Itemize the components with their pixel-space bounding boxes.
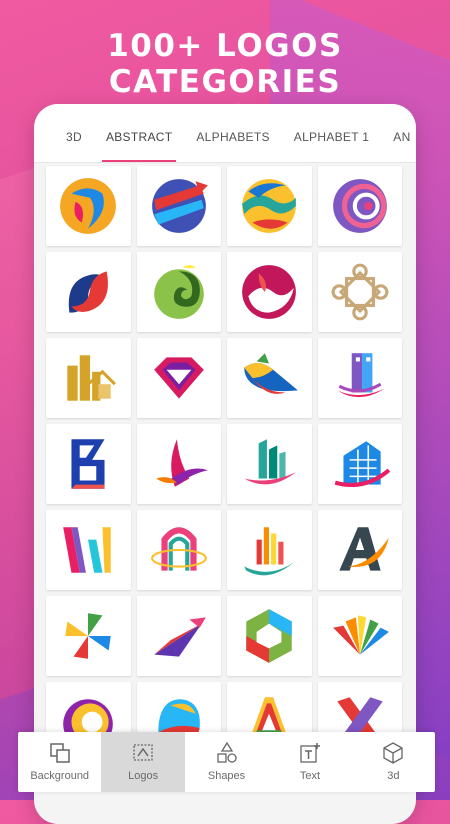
towers-ring-logo [244, 439, 297, 485]
swirl-circle-logo [60, 178, 117, 234]
nav-label: 3d [387, 770, 400, 782]
logo-grid [46, 162, 406, 762]
bottom-nav-bar: Background Logos Shapes Text 3d [18, 732, 435, 792]
nav-background[interactable]: Background [18, 732, 101, 792]
category-tabs: 3D ABSTRACT ALPHABETS ALPHABET 1 AN [34, 104, 416, 163]
cube-3d-icon [383, 742, 403, 764]
nav-3d[interactable]: 3d [352, 732, 435, 792]
logo-tile[interactable] [46, 510, 131, 590]
logo-tile[interactable] [317, 338, 402, 418]
logo-tile[interactable] [46, 252, 131, 332]
logo-tile[interactable] [136, 252, 221, 332]
red-flame-circle-logo [242, 265, 297, 319]
pinwheel-logo [65, 613, 111, 659]
nav-shapes[interactable]: Shapes [185, 732, 268, 792]
green-swirl-logo [153, 265, 204, 319]
logo-tile[interactable] [136, 424, 221, 504]
logo-tile[interactable] [136, 596, 221, 676]
logo-tile[interactable] [227, 166, 312, 246]
tab-alphabets[interactable]: ALPHABETS [184, 130, 281, 162]
logo-tile[interactable] [317, 166, 402, 246]
nav-label: Text [299, 770, 321, 782]
glass-building-logo [334, 441, 391, 487]
paper-plane-logo [153, 617, 206, 657]
wave-sphere-logo [242, 179, 297, 233]
logos-icon [133, 744, 153, 761]
logo-tile[interactable] [317, 424, 402, 504]
logo-tile[interactable] [227, 252, 312, 332]
text-add-icon [300, 743, 320, 763]
striped-sphere-logo [332, 179, 387, 233]
hexagon-ring-logo [246, 609, 292, 663]
gold-buildings-logo [67, 355, 117, 401]
logo-tile[interactable] [317, 252, 402, 332]
logo-tile[interactable] [227, 424, 312, 504]
tab-alphabet-1[interactable]: ALPHABET 1 [282, 130, 381, 162]
arrow-sphere-logo [151, 179, 208, 233]
diamond-logo [153, 357, 204, 399]
phoenix-bird-logo [156, 439, 208, 487]
bird-wing-logo [244, 353, 299, 394]
ribbon-s-logo [69, 271, 109, 313]
logo-tile[interactable] [136, 338, 221, 418]
letter-b-logo [71, 439, 105, 489]
logo-tile[interactable] [227, 338, 312, 418]
celtic-knot-logo [331, 263, 389, 321]
headline: 100+ LOGOS CATEGORIES [107, 28, 343, 100]
nav-text[interactable]: Text [268, 732, 351, 792]
city-bars-logo [244, 527, 295, 576]
tab-an[interactable]: AN [381, 130, 416, 162]
petal-fan-logo [332, 615, 389, 655]
logo-tile[interactable] [46, 166, 131, 246]
shapes-icon [216, 741, 237, 763]
logo-tile[interactable] [317, 510, 402, 590]
nav-label: Shapes [207, 770, 246, 782]
stripes-w-logo [63, 527, 111, 573]
nav-logos[interactable]: Logos [101, 732, 185, 792]
tab-abstract[interactable]: ABSTRACT [94, 130, 184, 162]
logo-tile[interactable] [136, 510, 221, 590]
nav-label: Background [30, 770, 90, 782]
background-layers-icon [49, 743, 70, 763]
logo-tile[interactable] [227, 596, 312, 676]
tab-3d[interactable]: 3D [34, 130, 94, 162]
nav-label: Logos [128, 770, 159, 782]
logo-tile[interactable] [136, 166, 221, 246]
logo-tile[interactable] [46, 596, 131, 676]
logo-tile[interactable] [46, 424, 131, 504]
logo-tile[interactable] [317, 596, 402, 676]
phone-frame: 3D ABSTRACT ALPHABETS ALPHABET 1 AN [34, 104, 416, 824]
logo-tile[interactable] [227, 510, 312, 590]
logo-tile[interactable] [46, 338, 131, 418]
arch-orbit-logo [150, 527, 207, 571]
letter-a-swoosh-logo [339, 527, 389, 571]
building-swoosh-logo [337, 353, 385, 398]
